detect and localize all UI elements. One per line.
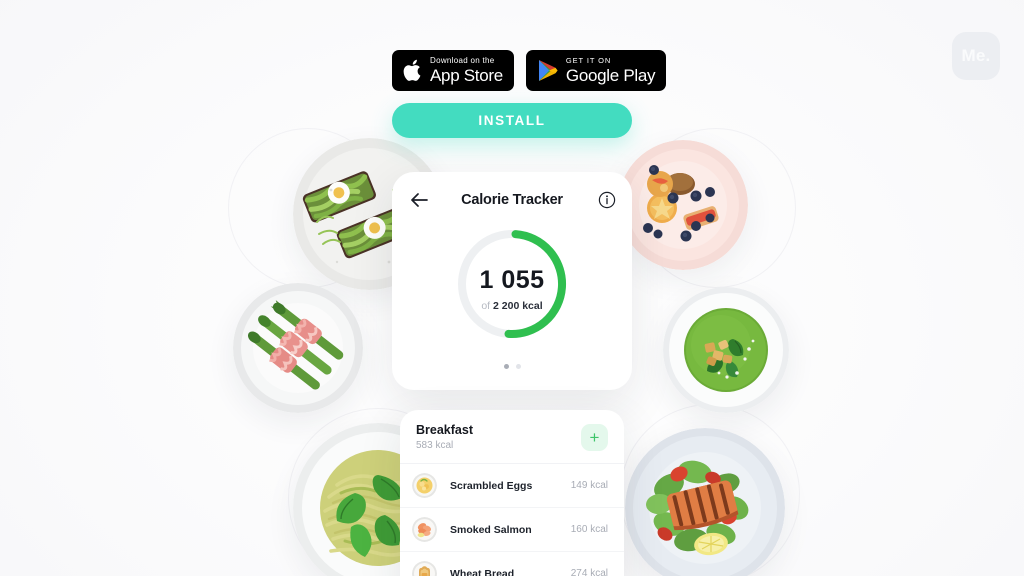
food-list-item[interactable]: Smoked Salmon 160 kcal [400, 508, 624, 552]
brand-logo: Me. [952, 32, 1000, 80]
scrambled-eggs-thumb [412, 473, 437, 498]
app-store-badge[interactable]: Download on the App Store [392, 50, 514, 91]
food-kcal: 274 kcal [570, 568, 608, 576]
install-button[interactable]: INSTALL [392, 103, 632, 138]
calorie-goal-line: of 2 200 kcal [392, 300, 632, 312]
calorie-ring-values: 1 055 of 2 200 kcal [392, 266, 632, 313]
meal-name: Breakfast [416, 423, 473, 437]
food-kcal: 160 kcal [570, 524, 608, 535]
bacon-asparagus-photo [233, 283, 363, 413]
salmon-salad-photo [625, 428, 785, 576]
google-play-badge[interactable]: GET IT ON Google Play [525, 50, 667, 91]
smoked-salmon-thumb [412, 517, 437, 542]
food-kcal: 149 kcal [570, 480, 608, 491]
food-name: Scrambled Eggs [450, 479, 533, 492]
pager-dots [392, 364, 632, 369]
pager-dot-2[interactable] [515, 364, 521, 369]
add-food-button[interactable]: + [581, 423, 608, 451]
food-name: Smoked Salmon [450, 523, 532, 536]
calorie-goal: 2 200 kcal [493, 300, 543, 312]
food-list-item[interactable]: Scrambled Eggs 149 kcal [400, 464, 624, 508]
store-badges: Download on the App Store GET IT ON Goog… [392, 50, 667, 91]
google-play-icon [537, 59, 558, 82]
meal-list-card: Breakfast 583 kcal + Scrambled Eggs 149 … [400, 410, 624, 576]
calorie-tracker-card: Calorie Tracker 1 055 of 2 200 kcal [392, 172, 632, 390]
google-play-bottom-text: Google Play [565, 65, 656, 85]
goal-prefix: of [481, 300, 491, 312]
app-store-bottom-text: App Store [430, 66, 503, 85]
calories-consumed: 1 055 [479, 266, 545, 294]
wheat-bread-thumb [412, 561, 437, 576]
apple-icon [403, 59, 422, 82]
info-icon[interactable] [598, 191, 616, 209]
card-header: Calorie Tracker [392, 172, 632, 228]
calorie-ring: 1 055 of 2 200 kcal [392, 228, 632, 358]
app-store-top-text: Download on the [430, 56, 495, 65]
brand-logo-text: Me. [961, 46, 991, 65]
food-list-item[interactable]: Wheat Bread 274 kcal [400, 552, 624, 576]
green-soup-photo [663, 287, 789, 413]
pager-dot-1[interactable] [503, 364, 509, 369]
meal-header: Breakfast 583 kcal + [400, 410, 624, 464]
page-background: Me. Download on the App Store GET IT ON … [0, 0, 1024, 576]
berry-pastry-photo [618, 140, 748, 270]
food-name: Wheat Bread [450, 567, 515, 576]
meal-total-kcal: 583 kcal [416, 440, 454, 451]
back-arrow-icon[interactable] [408, 189, 430, 211]
google-play-top-text: GET IT ON [565, 56, 612, 66]
